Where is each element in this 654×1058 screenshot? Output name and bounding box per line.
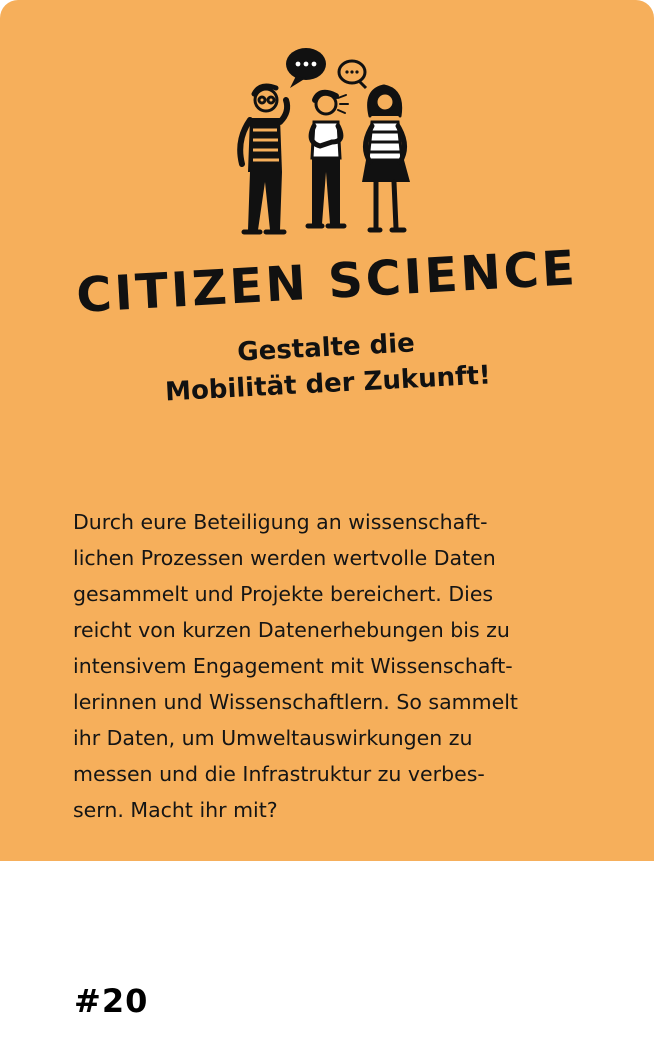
description-line: Durch eure Beteiligung an wissenschaft- (73, 510, 488, 534)
topic-card: CITIZEN SCIENCE Gestalte die Mobilität d… (0, 0, 654, 861)
description-line: lichen Prozessen werden wertvolle Daten (73, 546, 496, 570)
description-line: intensivem Engagement mit Wissenschaft- (73, 654, 513, 678)
three-people-talking-icon (237, 48, 410, 235)
description-line: ihr Daten, um Umweltauswirkungen zu (73, 726, 473, 750)
card-subtitle: Gestalte die Mobilität der Zukunft! (88, 318, 565, 415)
description-line: sern. Macht ihr mit? (73, 798, 278, 822)
description-line: lerinnen und Wissenschaftlern. So sammel… (73, 690, 518, 714)
description-line: messen und die Infrastruktur zu verbes- (73, 762, 485, 786)
card-number: #20 (74, 982, 149, 1020)
description-line: gesammelt und Projekte bereichert. Dies (73, 582, 494, 606)
description-line: reicht von kurzen Datenerhebungen bis zu (73, 618, 510, 642)
card-description: Durch eure Beteiligung an wissenschaft- … (73, 504, 613, 828)
card-title: CITIZEN SCIENCE (74, 240, 580, 324)
